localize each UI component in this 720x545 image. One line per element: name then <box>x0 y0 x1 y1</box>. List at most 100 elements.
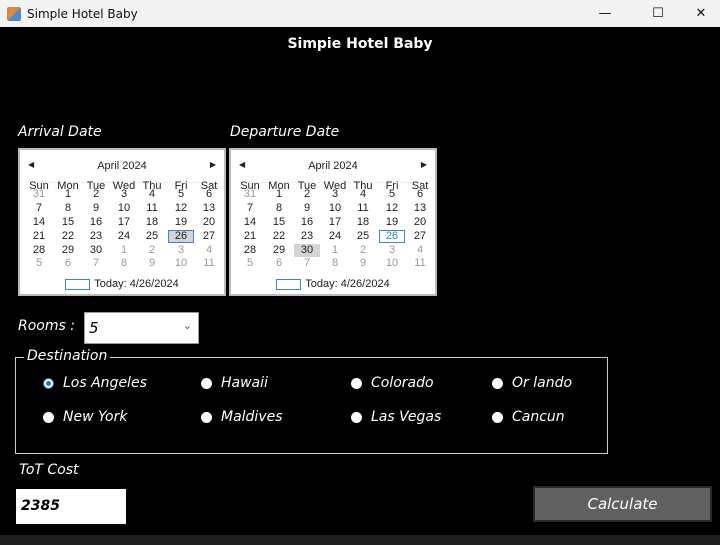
calendar-day[interactable]: 24 <box>111 230 137 243</box>
calendar-day[interactable]: 4 <box>139 188 165 201</box>
calendar-day[interactable]: 20 <box>196 216 222 229</box>
calendar-day[interactable]: 7 <box>237 202 263 215</box>
calendar-day[interactable]: 14 <box>26 216 52 229</box>
calendar-day[interactable]: 22 <box>266 230 292 243</box>
calendar-day[interactable]: 13 <box>196 202 222 215</box>
calendar-day[interactable]: 22 <box>55 230 81 243</box>
calendar-day[interactable]: 6 <box>196 188 222 201</box>
calendar-day[interactable]: 31 <box>237 188 263 201</box>
calendar-day[interactable]: 1 <box>322 244 348 257</box>
destination-radio-new-york[interactable]: New York <box>43 409 127 425</box>
calendar-day[interactable]: 5 <box>237 257 263 270</box>
calendar-day[interactable]: 29 <box>55 244 81 257</box>
arrival-calendar[interactable]: ◀ ▶ April 2024 Today: 4/26/2024 Sun Mon Tu… <box>18 148 226 296</box>
calendar-day[interactable]: 10 <box>322 202 348 215</box>
calendar-day[interactable]: 6 <box>266 257 292 270</box>
calendar-day[interactable]: 5 <box>379 188 405 201</box>
calendar-day[interactable]: 2 <box>350 244 376 257</box>
calendar-day[interactable]: 1 <box>55 188 81 201</box>
calendar-day[interactable]: 11 <box>139 202 165 215</box>
destination-radio-las-vegas[interactable]: Las Vegas <box>351 409 441 425</box>
calendar-day[interactable]: 14 <box>237 216 263 229</box>
destination-radio-los-angeles[interactable]: Los Angeles <box>43 375 147 391</box>
calendar-day[interactable]: 10 <box>379 257 405 270</box>
calendar-day[interactable]: 8 <box>322 257 348 270</box>
calendar-day[interactable]: 2 <box>83 188 109 201</box>
calendar-day[interactable]: 17 <box>111 216 137 229</box>
calendar-day[interactable]: 26 <box>379 230 405 243</box>
minimize-button[interactable]: — <box>582 0 628 27</box>
calendar-day[interactable]: 5 <box>168 188 194 201</box>
calendar-day[interactable]: 15 <box>55 216 81 229</box>
rooms-dropdown[interactable]: 5 ⌄ <box>84 312 199 344</box>
calendar-day[interactable]: 8 <box>266 202 292 215</box>
calendar-day[interactable]: 9 <box>350 257 376 270</box>
calendar-day[interactable]: 24 <box>322 230 348 243</box>
calendar-day[interactable]: 11 <box>350 202 376 215</box>
calculate-button[interactable]: Calculate <box>533 486 712 522</box>
destination-radio-or-lando[interactable]: Or lando <box>492 375 572 391</box>
calendar-day[interactable]: 11 <box>407 257 433 270</box>
calendar-day[interactable]: 29 <box>266 244 292 257</box>
calendar-day[interactable]: 11 <box>196 257 222 270</box>
calendar-day[interactable]: 4 <box>350 188 376 201</box>
calendar-day[interactable]: 5 <box>26 257 52 270</box>
calendar-day[interactable]: 7 <box>294 257 320 270</box>
calendar-day[interactable]: 7 <box>26 202 52 215</box>
calendar-day[interactable]: 28 <box>237 244 263 257</box>
calendar-day[interactable]: 12 <box>379 202 405 215</box>
calendar-day[interactable]: 10 <box>168 257 194 270</box>
calendar-day[interactable]: 10 <box>111 202 137 215</box>
destination-radio-maldives[interactable]: Maldives <box>201 409 283 425</box>
calendar-day[interactable]: 21 <box>26 230 52 243</box>
calendar-day[interactable]: 3 <box>322 188 348 201</box>
calendar-day[interactable]: 9 <box>83 202 109 215</box>
calendar-day[interactable]: 6 <box>55 257 81 270</box>
calendar-day[interactable]: 27 <box>407 230 433 243</box>
departure-calendar[interactable]: ◀ ▶ April 2024 Today: 4/26/2024 Sun Mon Tu… <box>229 148 437 296</box>
calendar-day[interactable]: 6 <box>407 188 433 201</box>
calendar-day[interactable]: 25 <box>139 230 165 243</box>
calendar-day[interactable]: 4 <box>196 244 222 257</box>
calendar-day[interactable]: 13 <box>407 202 433 215</box>
month-title[interactable]: April 2024 <box>231 160 435 172</box>
total-cost-field[interactable]: 2385 <box>16 489 126 524</box>
calendar-day[interactable]: 18 <box>139 216 165 229</box>
calendar-day[interactable]: 19 <box>379 216 405 229</box>
today-link[interactable]: Today: 4/26/2024 <box>20 278 224 290</box>
calendar-day[interactable]: 26 <box>168 230 194 243</box>
calendar-day[interactable]: 31 <box>26 188 52 201</box>
calendar-day[interactable]: 18 <box>350 216 376 229</box>
calendar-day[interactable]: 20 <box>407 216 433 229</box>
calendar-day[interactable]: 3 <box>379 244 405 257</box>
calendar-day[interactable]: 19 <box>168 216 194 229</box>
calendar-day[interactable]: 30 <box>294 244 320 257</box>
calendar-day[interactable]: 8 <box>55 202 81 215</box>
calendar-day[interactable]: 2 <box>294 188 320 201</box>
calendar-day[interactable]: 1 <box>111 244 137 257</box>
destination-radio-cancun[interactable]: Cancun <box>492 409 565 425</box>
calendar-day[interactable]: 7 <box>83 257 109 270</box>
calendar-day[interactable]: 16 <box>294 216 320 229</box>
calendar-day[interactable]: 21 <box>237 230 263 243</box>
destination-radio-colorado[interactable]: Colorado <box>351 375 434 391</box>
calendar-day[interactable]: 2 <box>139 244 165 257</box>
calendar-day[interactable]: 25 <box>350 230 376 243</box>
calendar-day[interactable]: 3 <box>168 244 194 257</box>
calendar-day[interactable]: 9 <box>294 202 320 215</box>
month-title[interactable]: April 2024 <box>20 160 224 172</box>
calendar-day[interactable]: 12 <box>168 202 194 215</box>
calendar-day[interactable]: 3 <box>111 188 137 201</box>
calendar-day[interactable]: 15 <box>266 216 292 229</box>
calendar-day[interactable]: 30 <box>83 244 109 257</box>
calendar-day[interactable]: 23 <box>294 230 320 243</box>
calendar-day[interactable]: 9 <box>139 257 165 270</box>
calendar-day[interactable]: 4 <box>407 244 433 257</box>
calendar-day[interactable]: 17 <box>322 216 348 229</box>
destination-radio-hawaii[interactable]: Hawaii <box>201 375 268 391</box>
close-button[interactable]: ✕ <box>678 0 720 27</box>
calendar-day[interactable]: 1 <box>266 188 292 201</box>
calendar-day[interactable]: 16 <box>83 216 109 229</box>
today-link[interactable]: Today: 4/26/2024 <box>231 278 435 290</box>
calendar-day[interactable]: 28 <box>26 244 52 257</box>
